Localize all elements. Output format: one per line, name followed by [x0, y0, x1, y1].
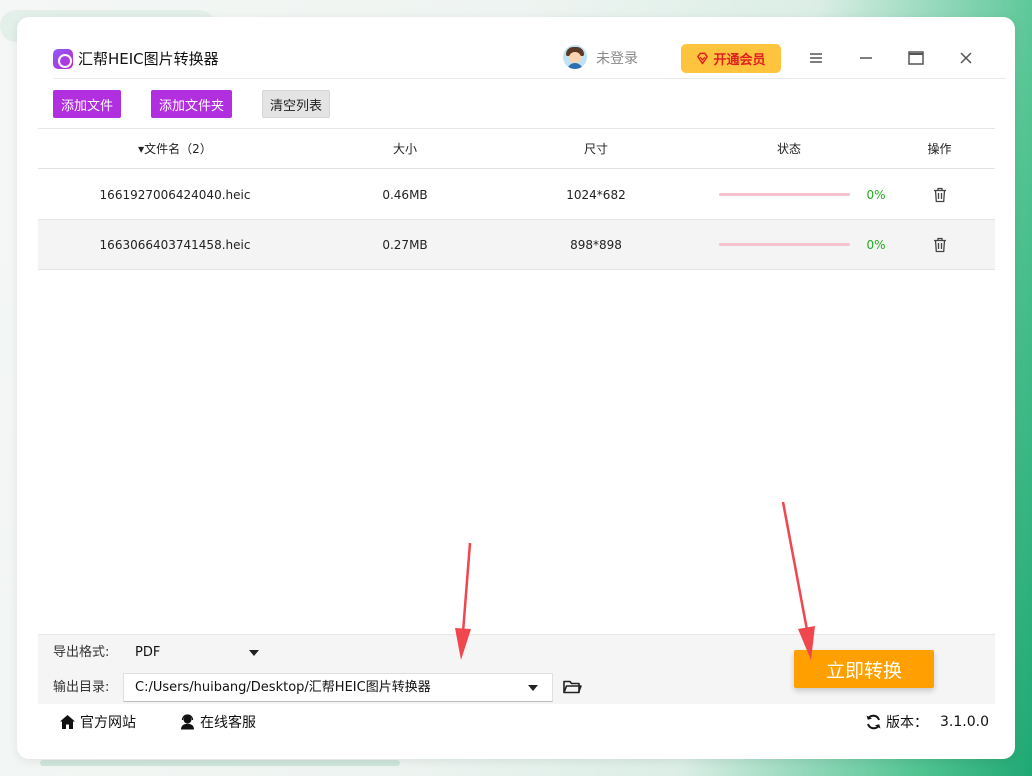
file-name: 1663066403741458.heic [99, 238, 251, 252]
clear-list-button[interactable]: 清空列表 [262, 90, 330, 118]
user-avatar[interactable] [563, 45, 587, 69]
progress-bar [719, 193, 850, 196]
output-dir-label: 输出目录: [53, 680, 110, 695]
progress-percent: 0% [866, 188, 886, 202]
chevron-down-icon [528, 685, 538, 691]
folder-open-icon[interactable] [562, 677, 582, 697]
format-dropdown[interactable]: PDF [123, 638, 273, 667]
delete-icon[interactable] [933, 187, 947, 203]
official-website-link[interactable]: 官方网站 [59, 711, 136, 733]
header-size: 大小 [392, 142, 417, 156]
app-logo-icon [53, 49, 73, 69]
close-icon[interactable] [955, 47, 977, 69]
file-dimensions: 898*898 [570, 238, 622, 252]
header-dimensions: 尺寸 [583, 142, 608, 156]
app-title: 汇帮HEIC图片转换器 [78, 50, 219, 68]
format-value: PDF [135, 645, 161, 660]
chevron-down-icon [249, 650, 259, 656]
customer-service-icon [181, 714, 194, 730]
add-folder-button[interactable]: 添加文件夹 [151, 90, 232, 118]
file-dimensions: 1024*682 [566, 188, 626, 202]
home-icon [60, 715, 75, 729]
header-status: 状态 [776, 142, 801, 156]
file-size: 0.27MB [382, 238, 428, 252]
login-status-text[interactable]: 未登录 [596, 49, 638, 69]
header-filename[interactable]: ▾文件名（2） [38, 129, 312, 169]
output-dir-value: C:/Users/huibang/Desktop/汇帮HEIC图片转换器 [135, 680, 431, 695]
file-size: 0.46MB [382, 188, 428, 202]
progress-bar [719, 243, 850, 246]
convert-button[interactable]: 立即转换 [794, 650, 934, 688]
delete-icon[interactable] [933, 237, 947, 253]
version-info: 版本： 3.1.0.0 [865, 711, 989, 733]
output-dir-dropdown[interactable]: C:/Users/huibang/Desktop/汇帮HEIC图片转换器 [123, 673, 553, 702]
table-row[interactable]: 1661927006424040.heic 0.46MB 1024*682 0% [38, 170, 995, 220]
refresh-icon [866, 714, 881, 730]
online-service-link[interactable]: 在线客服 [179, 711, 256, 733]
menu-icon[interactable] [805, 47, 827, 69]
app-window: 汇帮HEIC图片转换器 未登录 开通会员 添加文件 添加文件夹 清空列表 ▾文件… [17, 17, 1015, 759]
official-website-label: 官方网站 [80, 715, 136, 731]
file-table: ▾文件名（2） 大小 尺寸 状态 操作 1661927006424040.hei… [38, 128, 995, 634]
version-label: 版本： [886, 715, 928, 731]
divider [54, 78, 1006, 79]
table-row[interactable]: 1663066403741458.heic 0.27MB 898*898 0% [38, 220, 995, 270]
vip-button[interactable]: 开通会员 [681, 44, 781, 73]
format-label: 导出格式: [53, 645, 110, 660]
diamond-icon [697, 52, 709, 65]
maximize-icon[interactable] [905, 47, 927, 69]
add-file-button[interactable]: 添加文件 [53, 90, 121, 118]
table-header: ▾文件名（2） 大小 尺寸 状态 操作 [38, 129, 995, 169]
file-name: 1661927006424040.heic [99, 188, 251, 202]
online-service-label: 在线客服 [200, 715, 256, 731]
background-decoration [40, 760, 400, 766]
version-number: 3.1.0.0 [940, 714, 989, 730]
minimize-icon[interactable] [855, 47, 877, 69]
progress-percent: 0% [866, 238, 886, 252]
vip-label: 开通会员 [713, 53, 766, 68]
header-action: 操作 [927, 142, 952, 156]
